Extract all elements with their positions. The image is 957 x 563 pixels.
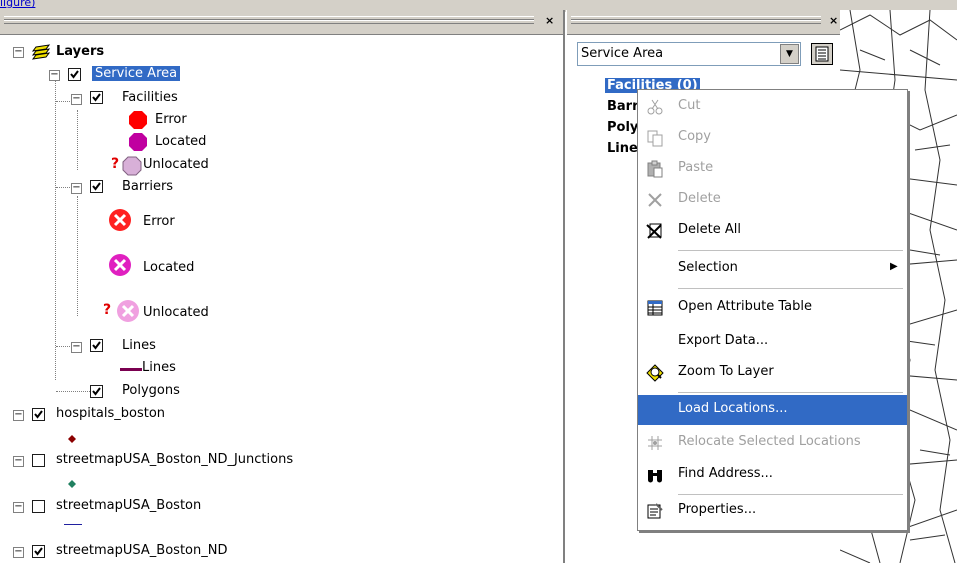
context-menu: Cut Copy Paste Delete Delete All Selecti… — [637, 89, 908, 531]
service-area-label[interactable]: Service Area — [92, 66, 181, 81]
delete-all-icon — [646, 222, 664, 240]
barrier-unlocated-label: Unlocated — [143, 305, 209, 320]
lines-symbol-swatch — [120, 368, 142, 371]
barrier-unlocated-symbol-icon — [116, 299, 140, 327]
menu-item-copy[interactable]: Copy — [638, 123, 907, 153]
menu-separator — [678, 392, 903, 393]
scissors-icon — [646, 98, 664, 116]
menu-item-zoom-to-layer[interactable]: Zoom To Layer — [638, 358, 907, 388]
menu-item-properties[interactable]: Properties... — [638, 496, 907, 526]
facility-located-symbol-icon — [128, 132, 148, 156]
menu-item-load-locations[interactable]: Load Locations... — [638, 395, 907, 425]
top-link-fragment[interactable]: ligure) — [0, 0, 35, 9]
submenu-arrow-icon: ▶ — [890, 261, 898, 272]
lines-symbol-label: Lines — [142, 360, 176, 375]
hospitals-checkbox[interactable] — [32, 408, 45, 421]
paste-icon — [646, 160, 664, 178]
question-mark-icon: ? — [111, 156, 120, 172]
na-item-lines[interactable]: Line — [607, 141, 638, 156]
lines-collapse-toggle[interactable]: − — [71, 342, 82, 353]
service-area-checkbox[interactable] — [68, 68, 81, 81]
barrier-error-symbol-icon — [108, 208, 132, 236]
facilities-collapse-toggle[interactable]: − — [71, 94, 82, 105]
analysis-layer-dropdown[interactable]: Service Area ▼ — [577, 42, 801, 66]
layers-stack-icon — [31, 43, 52, 65]
relocate-icon — [646, 434, 664, 452]
facilities-checkbox[interactable] — [90, 91, 103, 104]
hospitals-collapse-toggle[interactable]: − — [13, 410, 24, 421]
menu-item-selection[interactable]: Selection ▶ — [638, 254, 907, 284]
lines-label[interactable]: Lines — [122, 338, 156, 353]
question-mark-icon-2: ? — [103, 302, 112, 318]
table-of-contents-panel: × − Layers − Service Area − Facilities E… — [0, 10, 565, 563]
barrier-error-label: Error — [143, 214, 175, 229]
barriers-checkbox[interactable] — [90, 180, 103, 193]
facilities-label[interactable]: Facilities — [122, 90, 178, 105]
menu-separator — [678, 494, 903, 495]
menu-item-delete-all[interactable]: Delete All — [638, 216, 907, 246]
na-close-icon[interactable]: × — [829, 14, 838, 27]
barriers-collapse-toggle[interactable]: − — [71, 183, 82, 194]
streetmap-checkbox[interactable] — [32, 500, 45, 513]
hospitals-label[interactable]: hospitals_boston — [56, 406, 165, 421]
streetmap-nd-collapse-toggle[interactable]: − — [13, 547, 24, 558]
delete-x-icon — [646, 191, 664, 209]
menu-item-export-data[interactable]: Export Data... — [638, 327, 907, 357]
menu-item-paste[interactable]: Paste — [638, 154, 907, 184]
zoom-to-layer-icon — [646, 364, 664, 382]
lines-checkbox[interactable] — [90, 339, 103, 352]
junctions-checkbox[interactable] — [32, 454, 45, 467]
streetmap-label[interactable]: streetmapUSA_Boston — [56, 498, 201, 513]
properties-icon — [646, 502, 664, 520]
barrier-located-label: Located — [143, 260, 195, 275]
junctions-symbol-icon — [68, 477, 76, 492]
menu-item-delete[interactable]: Delete — [638, 185, 907, 215]
menu-item-cut[interactable]: Cut — [638, 92, 907, 122]
facility-error-symbol-icon — [128, 110, 148, 134]
dropdown-arrow-icon[interactable]: ▼ — [780, 44, 799, 64]
toc-titlebar[interactable]: × — [0, 10, 563, 35]
analysis-layer-dropdown-value: Service Area — [581, 46, 664, 61]
barrier-located-symbol-icon — [108, 253, 132, 281]
menu-item-find-address[interactable]: Find Address... — [638, 460, 907, 490]
streetmap-symbol-swatch — [64, 524, 82, 525]
polygons-checkbox[interactable] — [90, 385, 103, 398]
facility-unlocated-symbol-icon — [122, 156, 142, 180]
polygons-label[interactable]: Polygons — [122, 383, 180, 398]
menu-separator — [678, 250, 903, 251]
junctions-collapse-toggle[interactable]: − — [13, 456, 24, 467]
streetmap-collapse-toggle[interactable]: − — [13, 502, 24, 513]
menu-separator — [678, 288, 903, 289]
table-icon — [646, 299, 664, 317]
na-window-properties-button[interactable] — [811, 43, 833, 65]
layers-collapse-toggle[interactable]: − — [13, 47, 24, 58]
hospitals-symbol-icon — [68, 432, 76, 447]
barriers-label[interactable]: Barriers — [122, 179, 173, 194]
copy-icon — [646, 129, 664, 147]
layers-root-label[interactable]: Layers — [56, 44, 104, 59]
na-item-polygons[interactable]: Poly — [607, 120, 638, 135]
streetmap-nd-checkbox[interactable] — [32, 545, 45, 558]
menu-item-open-attribute-table[interactable]: Open Attribute Table — [638, 293, 907, 323]
menu-item-relocate-selected-locations[interactable]: Relocate Selected Locations — [638, 428, 907, 458]
facility-error-label: Error — [155, 112, 187, 127]
binoculars-icon — [646, 466, 664, 484]
service-area-collapse-toggle[interactable]: − — [49, 70, 60, 81]
streetmap-nd-label[interactable]: streetmapUSA_Boston_ND — [56, 543, 227, 558]
junctions-label[interactable]: streetmapUSA_Boston_ND_Junctions — [56, 452, 293, 467]
facility-located-label: Located — [155, 134, 207, 149]
facility-unlocated-label: Unlocated — [143, 157, 209, 172]
na-titlebar[interactable]: × — [567, 10, 840, 35]
toc-close-icon[interactable]: × — [545, 14, 554, 27]
na-item-barriers[interactable]: Barr — [607, 99, 639, 114]
